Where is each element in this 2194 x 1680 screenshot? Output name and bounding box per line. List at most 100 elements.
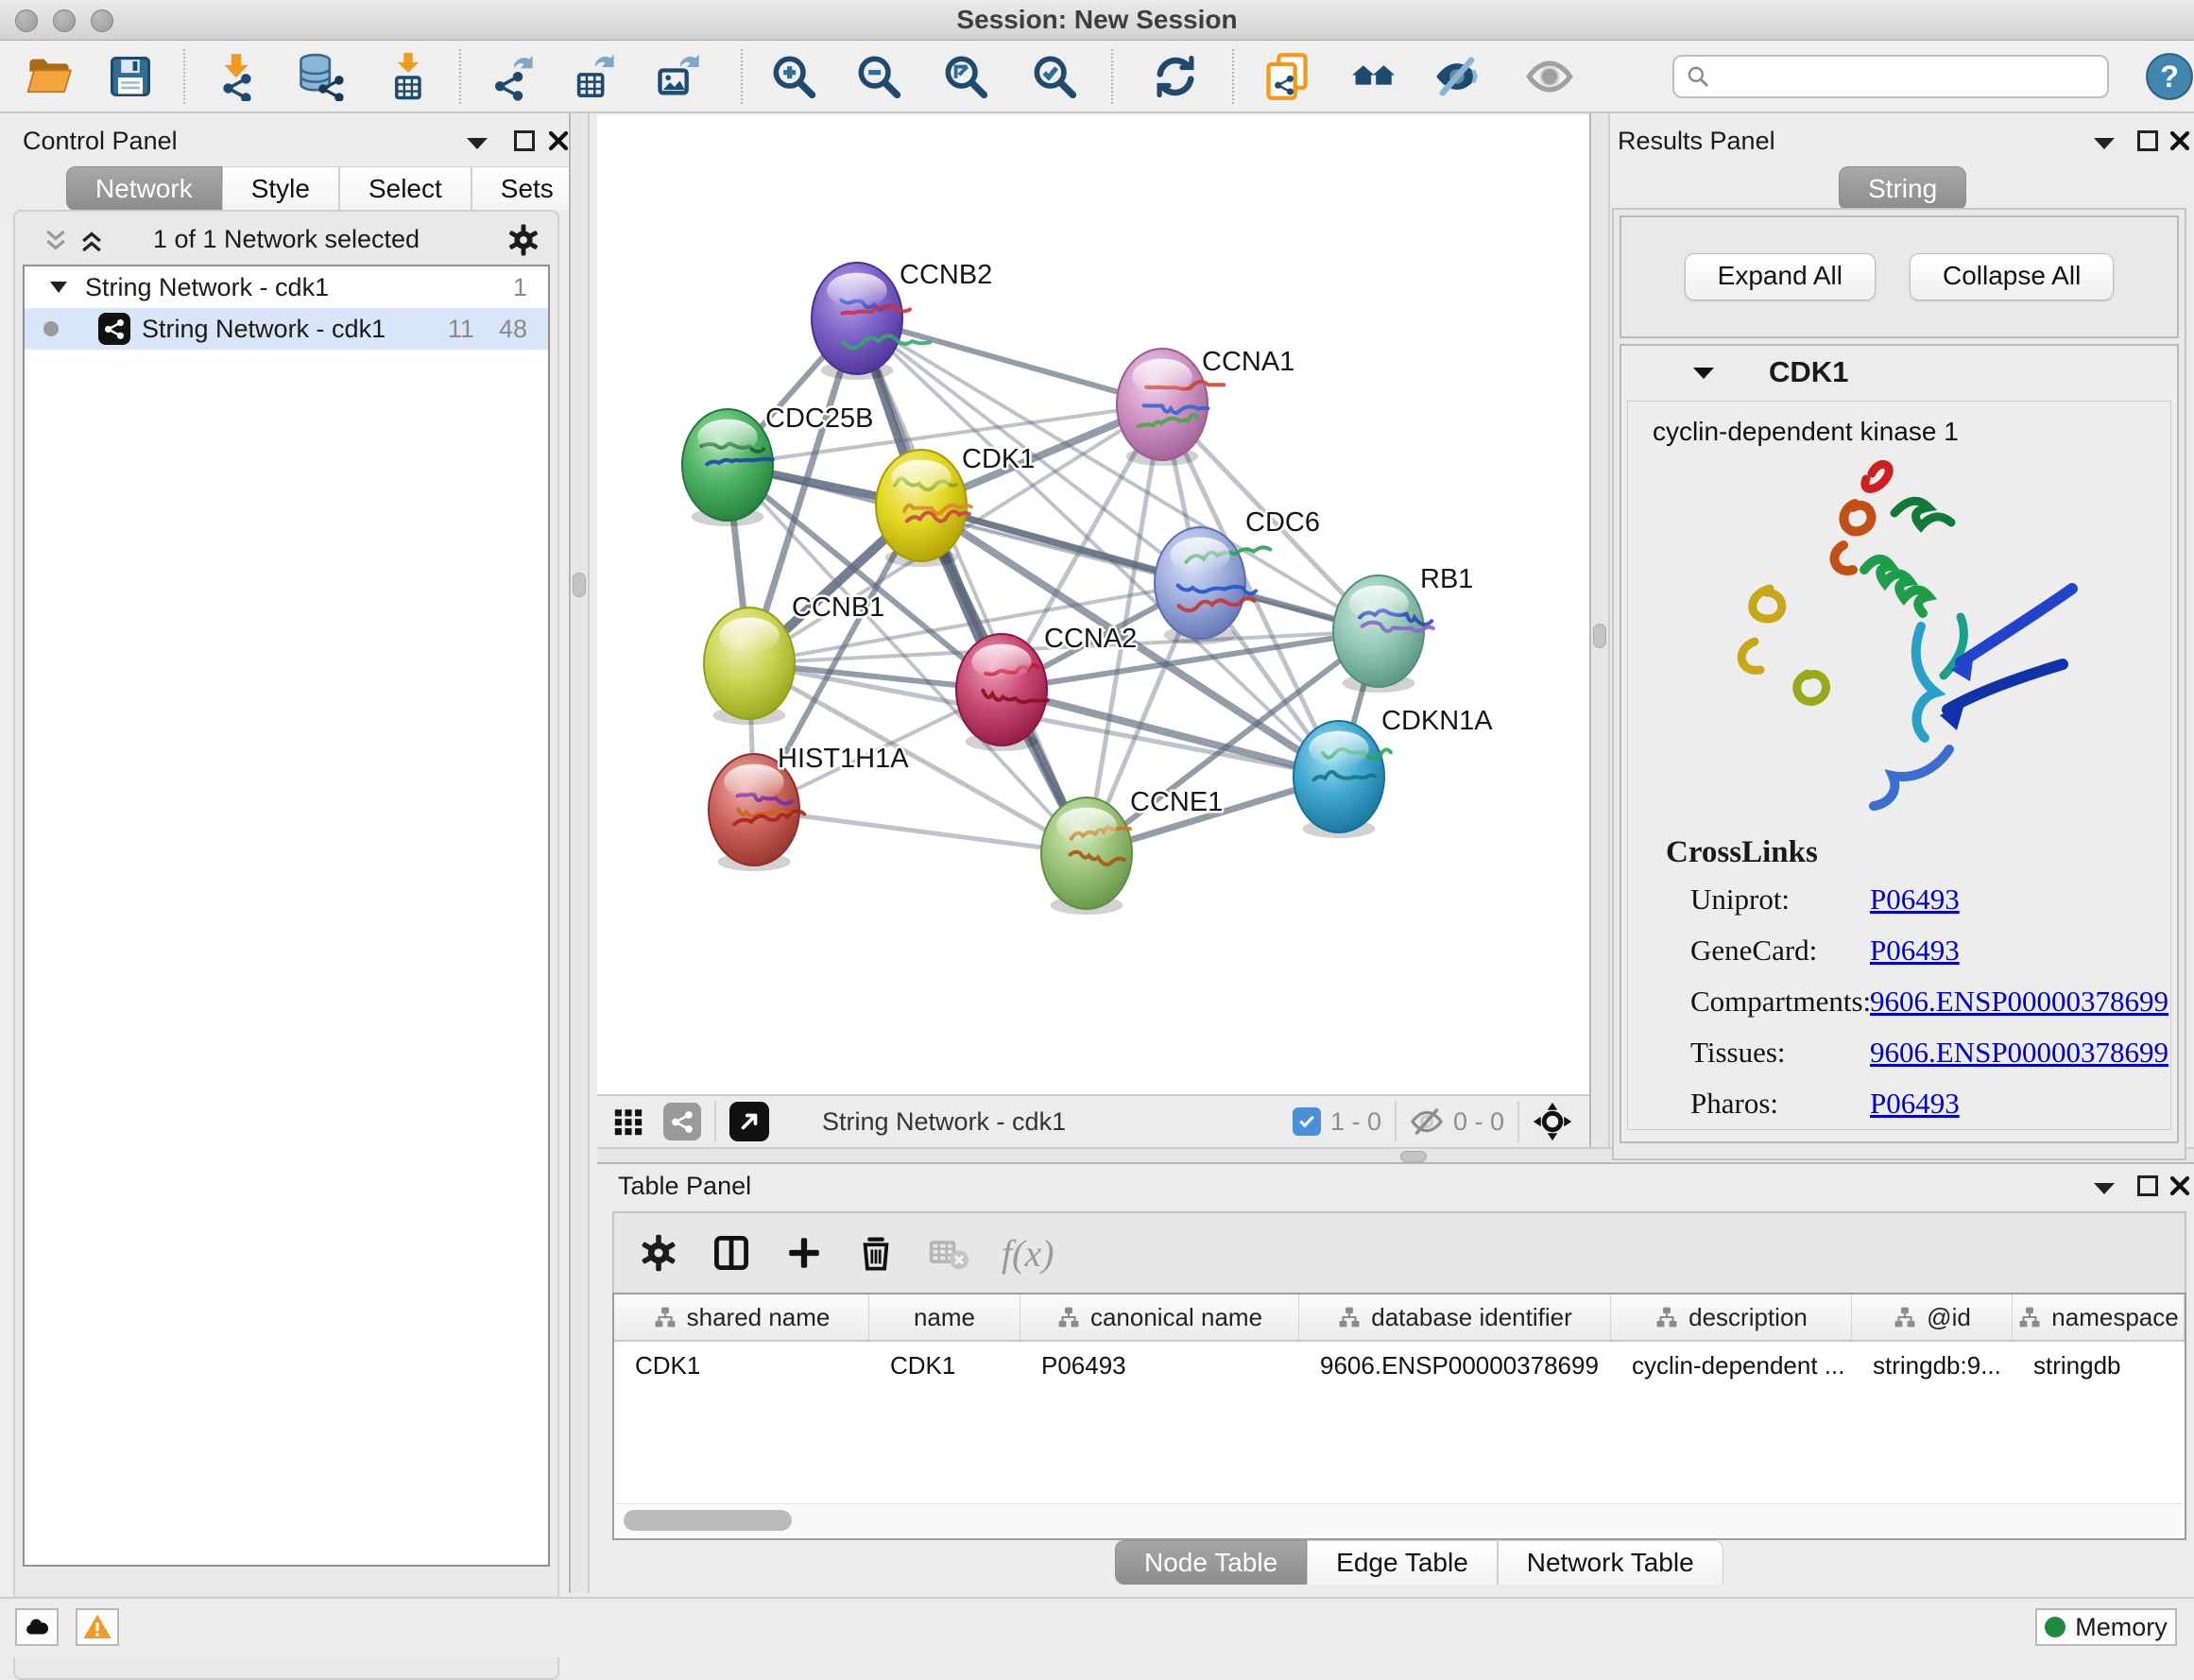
tab-network[interactable]: Network xyxy=(66,166,222,211)
first-neighbors-icon[interactable] xyxy=(1349,52,1398,101)
tab-sets[interactable]: Sets xyxy=(471,166,583,211)
network-node-CDC25B[interactable] xyxy=(682,409,773,526)
close-panel-icon[interactable] xyxy=(548,130,569,151)
column-header-shared-name[interactable]: shared name xyxy=(614,1294,869,1340)
search-field[interactable] xyxy=(1672,55,2109,98)
table-cell[interactable]: stringdb xyxy=(2013,1342,2185,1389)
split-handle[interactable] xyxy=(1593,624,1606,648)
show-all-icon[interactable] xyxy=(1525,52,1574,101)
tab-style[interactable]: Style xyxy=(222,166,339,211)
split-handle[interactable] xyxy=(573,573,586,597)
delete-column-icon[interactable] xyxy=(856,1233,896,1273)
search-input[interactable] xyxy=(1710,60,2096,92)
save-session-icon[interactable] xyxy=(106,52,155,101)
protein-section-header[interactable]: CDK1 xyxy=(1621,346,2177,399)
section-expander-icon[interactable] xyxy=(1691,364,1716,381)
birds-eye-view-icon[interactable] xyxy=(729,1102,769,1141)
crosslink-link[interactable]: P06493 xyxy=(1870,883,1960,917)
import-network-database-icon[interactable] xyxy=(295,52,344,101)
zoom-window-button[interactable] xyxy=(91,9,113,32)
tab-network-table[interactable]: Network Table xyxy=(1498,1540,1723,1585)
network-collection-row[interactable]: String Network - cdk1 1 xyxy=(25,266,548,308)
split-handle[interactable] xyxy=(1400,1151,1427,1162)
table-options-gear-icon[interactable] xyxy=(639,1233,678,1273)
network-options-gear-icon[interactable] xyxy=(506,223,540,257)
column-header-canonical-name[interactable]: canonical name xyxy=(1020,1294,1299,1340)
table-panel: Table Panel f(x) shared namenamecanonica… xyxy=(597,1164,2194,1597)
table-cell[interactable]: stringdb:9... xyxy=(1852,1342,2013,1389)
cloud-status-button[interactable] xyxy=(15,1608,59,1646)
float-panel-icon[interactable] xyxy=(2137,130,2158,151)
add-column-icon[interactable] xyxy=(784,1233,824,1273)
panel-menu-icon[interactable] xyxy=(2092,1179,2117,1196)
tab-node-table[interactable]: Node Table xyxy=(1115,1540,1307,1585)
zoom-out-icon[interactable] xyxy=(854,52,903,101)
import-table-file-icon[interactable] xyxy=(384,52,433,101)
scrollbar-thumb[interactable] xyxy=(624,1510,792,1531)
help-icon[interactable]: ? xyxy=(2145,52,2194,101)
close-panel-icon[interactable] xyxy=(2169,1175,2190,1196)
memory-button[interactable]: Memory xyxy=(2035,1608,2177,1646)
column-header-namespace[interactable]: namespace xyxy=(2013,1294,2185,1340)
table-cell[interactable]: 9606.ENSP00000378699 xyxy=(1299,1342,1611,1389)
panel-menu-icon[interactable] xyxy=(2092,134,2117,151)
zoom-selected-icon[interactable] xyxy=(1030,52,1079,101)
float-panel-icon[interactable] xyxy=(2137,1175,2158,1196)
minimize-window-button[interactable] xyxy=(53,9,76,32)
close-window-button[interactable] xyxy=(15,9,38,32)
expand-all-button[interactable]: Expand All xyxy=(1685,253,1876,300)
export-network-icon[interactable] xyxy=(488,52,537,101)
table-row[interactable]: CDK1CDK1P064939606.ENSP00000378699cyclin… xyxy=(614,1342,2185,1389)
collapse-all-button[interactable]: Collapse All xyxy=(1910,253,2114,300)
copy-network-icon[interactable] xyxy=(1262,52,1311,101)
column-header-database-identifier[interactable]: database identifier xyxy=(1299,1294,1611,1340)
selected-nodes-checkbox[interactable] xyxy=(1293,1107,1321,1136)
zoom-in-icon[interactable] xyxy=(769,52,818,101)
network-node-RB1[interactable] xyxy=(1333,575,1433,693)
column-header-description[interactable]: description xyxy=(1611,1294,1852,1340)
node-label-CCNA2: CCNA2 xyxy=(1044,624,1137,654)
left-split-divider[interactable] xyxy=(569,113,590,1593)
table-cell[interactable]: CDK1 xyxy=(869,1342,1020,1389)
crosslink-link[interactable]: 9606.ENSP00000378699 xyxy=(1870,1036,2168,1070)
grid-view-icon[interactable] xyxy=(612,1106,644,1138)
float-panel-icon[interactable] xyxy=(514,130,535,151)
collection-expander-icon[interactable] xyxy=(49,280,68,295)
table-cell[interactable]: P06493 xyxy=(1020,1342,1299,1389)
table-cell[interactable]: CDK1 xyxy=(614,1342,869,1389)
export-table-icon[interactable] xyxy=(569,52,618,101)
column-header-name[interactable]: name xyxy=(869,1294,1020,1340)
network-node-CCNB1[interactable] xyxy=(704,608,795,725)
export-image-icon[interactable] xyxy=(654,52,703,101)
network-node-CCNE1[interactable] xyxy=(1041,797,1132,915)
hide-selected-icon[interactable] xyxy=(1432,52,1482,101)
network-row[interactable]: String Network - cdk1 11 48 xyxy=(25,308,548,350)
table-horizontal-scrollbar[interactable] xyxy=(616,1503,2183,1536)
table-cell[interactable]: cyclin-dependent ... xyxy=(1611,1342,1852,1389)
open-session-icon[interactable] xyxy=(25,52,74,101)
tab-string[interactable]: String xyxy=(1839,166,1966,211)
panel-menu-icon[interactable] xyxy=(465,134,489,151)
warning-status-button[interactable] xyxy=(76,1608,119,1646)
network-node-CDKN1A[interactable] xyxy=(1294,721,1391,838)
crosslink-link[interactable]: P06493 xyxy=(1870,1087,1960,1121)
import-network-file-icon[interactable] xyxy=(212,52,261,101)
network-node-CDC6[interactable] xyxy=(1155,527,1270,644)
toolbar-separator xyxy=(741,49,743,104)
fit-selected-crosshair-icon[interactable] xyxy=(1533,1102,1572,1141)
show-columns-icon[interactable] xyxy=(711,1232,752,1274)
window-title: Session: New Session xyxy=(0,0,2194,40)
right-split-divider[interactable] xyxy=(1589,113,1610,1164)
zoom-fit-icon[interactable] xyxy=(941,52,990,101)
crosslink-link[interactable]: 9606.ENSP00000378699 xyxy=(1870,985,2168,1019)
tab-select[interactable]: Select xyxy=(339,166,471,211)
column-header--id[interactable]: @id xyxy=(1852,1294,2013,1340)
network-view-mode-icon[interactable] xyxy=(663,1103,701,1140)
tab-edge-table[interactable]: Edge Table xyxy=(1307,1540,1498,1585)
refresh-layout-icon[interactable] xyxy=(1151,52,1200,101)
warning-icon xyxy=(82,1612,112,1642)
close-panel-icon[interactable] xyxy=(2169,130,2190,151)
crosslink-link[interactable]: P06493 xyxy=(1870,934,1960,968)
network-canvas[interactable]: CCNB2CCNA1CDC25BCDK1CDC6RB1CCNB1CCNA2CDK… xyxy=(597,115,1589,1094)
collection-count: 1 xyxy=(513,273,527,302)
